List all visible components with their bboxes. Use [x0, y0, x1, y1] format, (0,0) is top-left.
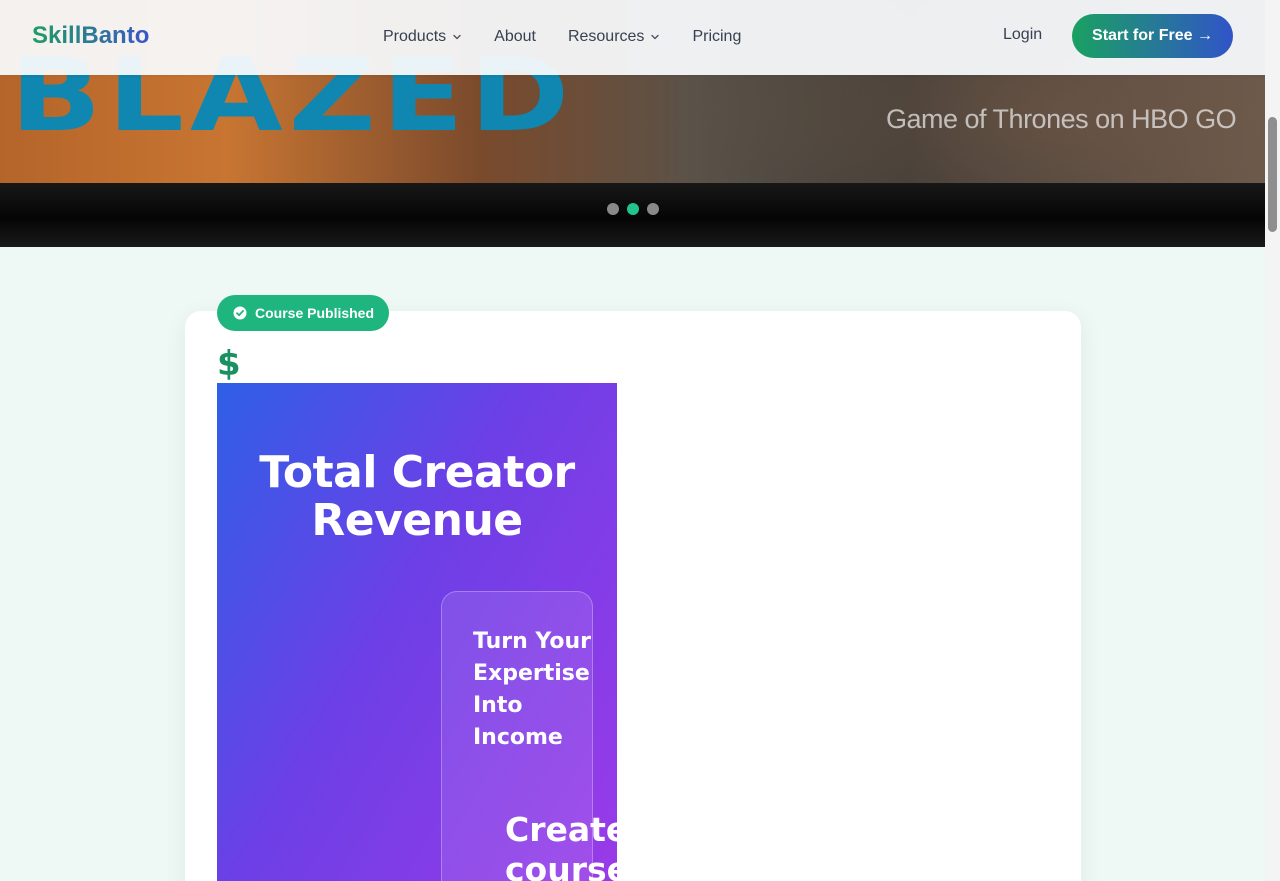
dollar-icon: $ — [217, 344, 241, 384]
carousel-dot-3[interactable] — [647, 203, 659, 215]
carousel-dot-1[interactable] — [607, 203, 619, 215]
brand-logo[interactable]: SkillBanto — [32, 22, 149, 50]
carousel-dot-2[interactable] — [627, 203, 639, 215]
nav-item-products[interactable]: Products — [383, 26, 462, 48]
check-circle-icon — [233, 306, 247, 320]
nav-item-products-label: Products — [383, 28, 447, 45]
scrollbar-thumb[interactable] — [1268, 117, 1277, 232]
nav-item-about[interactable]: About — [494, 26, 536, 48]
panel-cta-text: Create course — [505, 810, 617, 881]
chevron-down-icon — [651, 34, 660, 40]
panel-title: Total Creator Revenue — [259, 447, 575, 546]
nav-item-resources[interactable]: Resources — [568, 26, 660, 48]
chevron-down-icon — [453, 34, 461, 40]
hero-image-caption: Game of Thrones on HBO GO — [886, 104, 1237, 134]
nav-item-pricing[interactable]: Pricing — [692, 26, 741, 48]
top-navbar: SkillBanto Products About Resources Pric… — [0, 0, 1265, 75]
carousel-dots — [607, 203, 659, 215]
panel-subtitle: Turn Your Expertise Into Income — [473, 629, 591, 750]
nav-item-about-label: About — [494, 28, 536, 45]
login-link[interactable]: Login — [1003, 26, 1042, 44]
nav-item-resources-label: Resources — [567, 28, 645, 45]
status-badge: Course Published — [217, 295, 390, 331]
nav-links: Products About Resources Pricing — [383, 26, 773, 48]
nav-item-pricing-label: Pricing — [692, 28, 742, 45]
start-for-free-button[interactable]: Start for Free → — [1072, 14, 1233, 58]
revenue-panel: Total Creator Revenue Turn Your Expertis… — [217, 383, 617, 881]
hero-image-bezel — [0, 183, 1265, 247]
status-badge-label: Course Published — [255, 305, 375, 321]
